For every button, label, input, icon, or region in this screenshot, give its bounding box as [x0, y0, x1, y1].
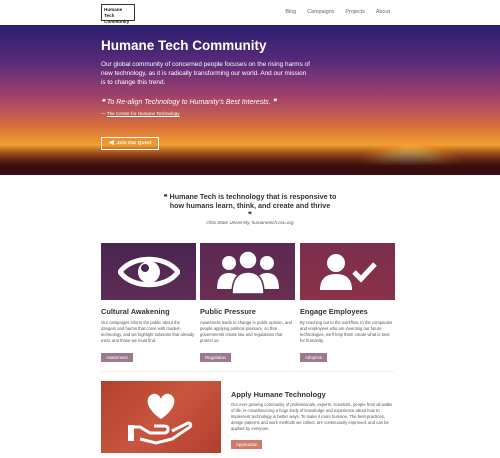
- adoption-button[interactable]: Adoption: [300, 353, 328, 362]
- top-navbar: Humane Tech Community Blog Campaigns Pro…: [0, 0, 500, 25]
- hero-hills: [0, 145, 500, 175]
- hero-intro: Our global community of concerned people…: [101, 61, 310, 86]
- nav-links: Blog Campaigns Projects About: [285, 9, 390, 15]
- join-quest-button[interactable]: Join Our Quest: [101, 137, 159, 150]
- card-title: Public Pressure: [200, 307, 256, 316]
- regulation-button[interactable]: Regulation: [200, 353, 231, 362]
- logo-line-1: Humane Tech: [104, 7, 123, 18]
- awareness-button[interactable]: Awareness: [101, 353, 133, 362]
- heart-in-hand-icon: [128, 393, 193, 445]
- card-image: [200, 243, 295, 300]
- card-image: [101, 243, 196, 300]
- application-button[interactable]: Application: [231, 440, 263, 449]
- site-logo[interactable]: Humane Tech Community: [101, 4, 135, 24]
- card-text: Our campaigns inform the public about th…: [101, 320, 195, 343]
- apply-title: Apply Humane Technology: [231, 390, 326, 399]
- main-quote-attribution: Ohio State University, humanetech.osu.or…: [206, 220, 294, 225]
- hero-title: Humane Tech Community: [101, 38, 267, 53]
- open-quote-icon: ❝: [163, 192, 168, 201]
- card-image: [300, 243, 395, 300]
- card-title: Engage Employees: [300, 307, 368, 316]
- apply-text: Our ever growing community of profession…: [231, 402, 393, 431]
- card-public-pressure: Public Pressure Awareness leads to chang…: [200, 243, 295, 364]
- main-quote-text: Humane Tech is technology that is respon…: [169, 192, 337, 210]
- nav-link-blog[interactable]: Blog: [285, 9, 296, 15]
- section-divider: [101, 371, 394, 372]
- hero-source: — The Center for Humane Technology: [101, 111, 180, 116]
- people-group-icon: [216, 249, 279, 295]
- megaphone-icon: [109, 140, 115, 147]
- card-text: Awareness leads to change in public opin…: [200, 320, 292, 343]
- eye-icon: [117, 256, 180, 287]
- open-quote-icon: ❝: [101, 97, 105, 106]
- nav-link-projects[interactable]: Projects: [345, 9, 364, 15]
- card-title: Cultural Awakening: [101, 307, 170, 316]
- main-quote: ❝ Humane Tech is technology that is resp…: [160, 192, 340, 219]
- card-text: By reaching out to the workflow, to the …: [300, 320, 393, 343]
- user-check-icon: [319, 253, 377, 290]
- nav-link-about[interactable]: About: [376, 9, 390, 15]
- hero-source-link[interactable]: The Center for Humane Technology: [107, 111, 180, 116]
- close-quote-icon: ❞: [248, 210, 252, 219]
- apply-image: [101, 381, 221, 453]
- card-engage-employees: Engage Employees By reaching out to the …: [300, 243, 395, 364]
- card-cultural-awakening: Cultural Awakening Our campaigns inform …: [101, 243, 196, 364]
- nav-link-campaigns[interactable]: Campaigns: [307, 9, 334, 15]
- close-quote-icon: ❞: [272, 97, 277, 106]
- hero-quote-text: To Re-align Technology to Humanity's Bes…: [106, 99, 271, 106]
- hero-quote: ❝ To Re-align Technology to Humanity's B…: [101, 97, 276, 106]
- hero-banner: Humane Tech Community Our global communi…: [0, 25, 500, 175]
- join-quest-label: Join Our Quest: [116, 141, 152, 146]
